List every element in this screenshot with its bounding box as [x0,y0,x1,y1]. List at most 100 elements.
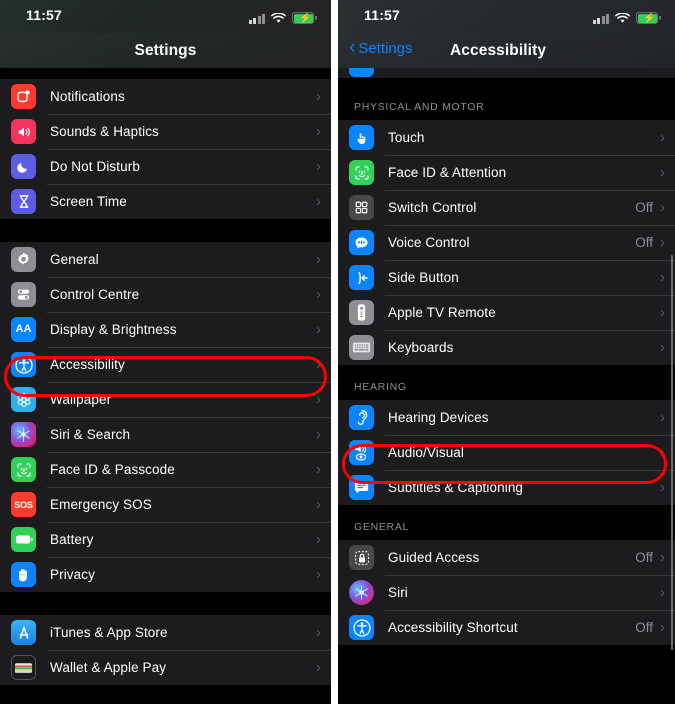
chevron-right-icon: › [660,409,665,426]
captioning-icon [349,475,374,500]
row-label: Accessibility Shortcut [388,620,518,635]
accessibility-row-switch-control[interactable]: Switch Control Off › [338,190,675,225]
vertical-scrollbar[interactable] [670,255,673,650]
settings-row-sounds-haptics[interactable]: Sounds & Haptics › [0,114,331,149]
audio-visual-icon [349,440,374,465]
settings-row-do-not-disturb[interactable]: Do Not Disturb › [0,149,331,184]
settings-row-general[interactable]: General › [0,242,331,277]
settings-row-wallet-apple-pay[interactable]: Wallet & Apple Pay › [0,650,331,685]
settings-row-battery[interactable]: Battery › [0,522,331,557]
section-header-label: GENERAL [338,518,675,540]
chevron-right-icon: › [316,193,321,210]
chevron-right-icon: › [316,391,321,408]
settings-row-privacy[interactable]: Privacy › [0,557,331,592]
settings-group-2: General › Control Centre › AA Display & … [0,242,331,592]
accessibility-row-accessibility-shortcut[interactable]: Accessibility Shortcut Off › [338,610,675,645]
settings-row-screen-time[interactable]: Screen Time › [0,184,331,219]
list-gap [0,592,331,615]
row-label: Privacy [50,567,95,582]
chevron-right-icon: › [316,659,321,676]
section-header-physical: PHYSICAL AND MOTOR [338,100,675,120]
row-label: Switch Control [388,200,477,215]
faceid-icon [349,160,374,185]
status-time: 11:57 [364,7,401,23]
battery-icon: ⚡ [636,12,661,24]
row-label: Guided Access [388,550,480,565]
status-bar-right: 11:57 ⚡ [338,0,675,33]
siri-icon [11,422,36,447]
settings-row-itunes-app-store[interactable]: iTunes & App Store › [0,615,331,650]
cellular-signal-icon [592,14,609,24]
wallpaper-icon [11,387,36,412]
settings-row-accessibility[interactable]: Accessibility › [0,347,331,382]
chevron-right-icon: › [660,479,665,496]
faceid-icon [11,457,36,482]
list-gap [338,78,675,100]
row-label: Siri [388,585,408,600]
left-phone-screen: 11:57 ⚡ Settings Notifications › Sounds … [0,0,331,704]
section-header-general: GENERAL [338,518,675,540]
row-label: Do Not Disturb [50,159,140,174]
chevron-right-icon: › [660,129,665,146]
row-label: Keyboards [388,340,454,355]
chevron-right-icon: › [660,549,665,566]
accessibility-row-apple-tv-remote[interactable]: Apple TV Remote › [338,295,675,330]
status-icons: ⚡ [248,9,317,24]
list-gap [338,365,675,378]
row-label: Face ID & Passcode [50,462,175,477]
partial-scrolled-row[interactable]: . [338,68,675,78]
chevron-right-icon: › [316,566,321,583]
chevron-right-icon: › [660,304,665,321]
settings-row-wallpaper[interactable]: Wallpaper › [0,382,331,417]
page-title: Settings [134,41,197,59]
settings-row-notifications[interactable]: Notifications › [0,79,331,114]
section-header-label: HEARING [338,378,675,400]
accessibility-row-side-button[interactable]: Side Button › [338,260,675,295]
accessibility-icon [11,352,36,377]
keyboard-icon [349,335,374,360]
section-general: Guided Access Off › Siri › Accessibility… [338,540,675,645]
accessibility-row-siri[interactable]: Siri › [338,575,675,610]
list-gap [0,219,331,242]
sliders-icon [11,282,36,307]
settings-row-siri-search[interactable]: Siri & Search › [0,417,331,452]
row-label: Voice Control [388,235,470,250]
settings-row-emergency-sos[interactable]: SOS Emergency SOS › [0,487,331,522]
accessibility-row-face-id-attention[interactable]: Face ID & Attention › [338,155,675,190]
row-label: Control Centre [50,287,140,302]
chevron-right-icon: › [660,584,665,601]
accessibility-row-audio-visual[interactable]: Audio/Visual › [338,435,675,470]
accessibility-row-keyboards[interactable]: Keyboards › [338,330,675,365]
row-label: Accessibility [50,357,125,372]
accessibility-row-subtitles-captioning[interactable]: Subtitles & Captioning › [338,470,675,505]
accessibility-row-touch[interactable]: Touch › [338,120,675,155]
row-label: Battery [50,532,94,547]
side-button-icon [349,265,374,290]
wallet-icon [11,655,36,680]
partial-row-label: . [388,68,392,70]
status-icons: ⚡ [592,9,661,24]
chevron-right-icon: › [316,321,321,338]
settings-row-control-centre[interactable]: Control Centre › [0,277,331,312]
settings-list: Notifications › Sounds & Haptics › Do No… [0,68,331,685]
row-label: General [50,252,99,267]
settings-row-face-id-passcode[interactable]: Face ID & Passcode › [0,452,331,487]
list-gap [0,68,331,79]
panel-divider [331,0,338,704]
settings-row-display-brightness[interactable]: AA Display & Brightness › [0,312,331,347]
accessibility-row-hearing-devices[interactable]: Hearing Devices › [338,400,675,435]
ear-icon [349,405,374,430]
row-label: Side Button [388,270,459,285]
voice-control-icon [349,230,374,255]
accessibility-row-guided-access[interactable]: Guided Access Off › [338,540,675,575]
chevron-right-icon: › [316,88,321,105]
back-button[interactable]: ‹ Settings [349,38,413,57]
accessibility-row-voice-control[interactable]: Voice Control Off › [338,225,675,260]
chevron-right-icon: › [660,619,665,636]
moon-icon [11,154,36,179]
section-hearing: Hearing Devices › Audio/Visual › Subtitl… [338,400,675,505]
chevron-right-icon: › [316,531,321,548]
section-header-label: PHYSICAL AND MOTOR [338,100,675,120]
row-label: Apple TV Remote [388,305,496,320]
row-label: iTunes & App Store [50,625,168,640]
